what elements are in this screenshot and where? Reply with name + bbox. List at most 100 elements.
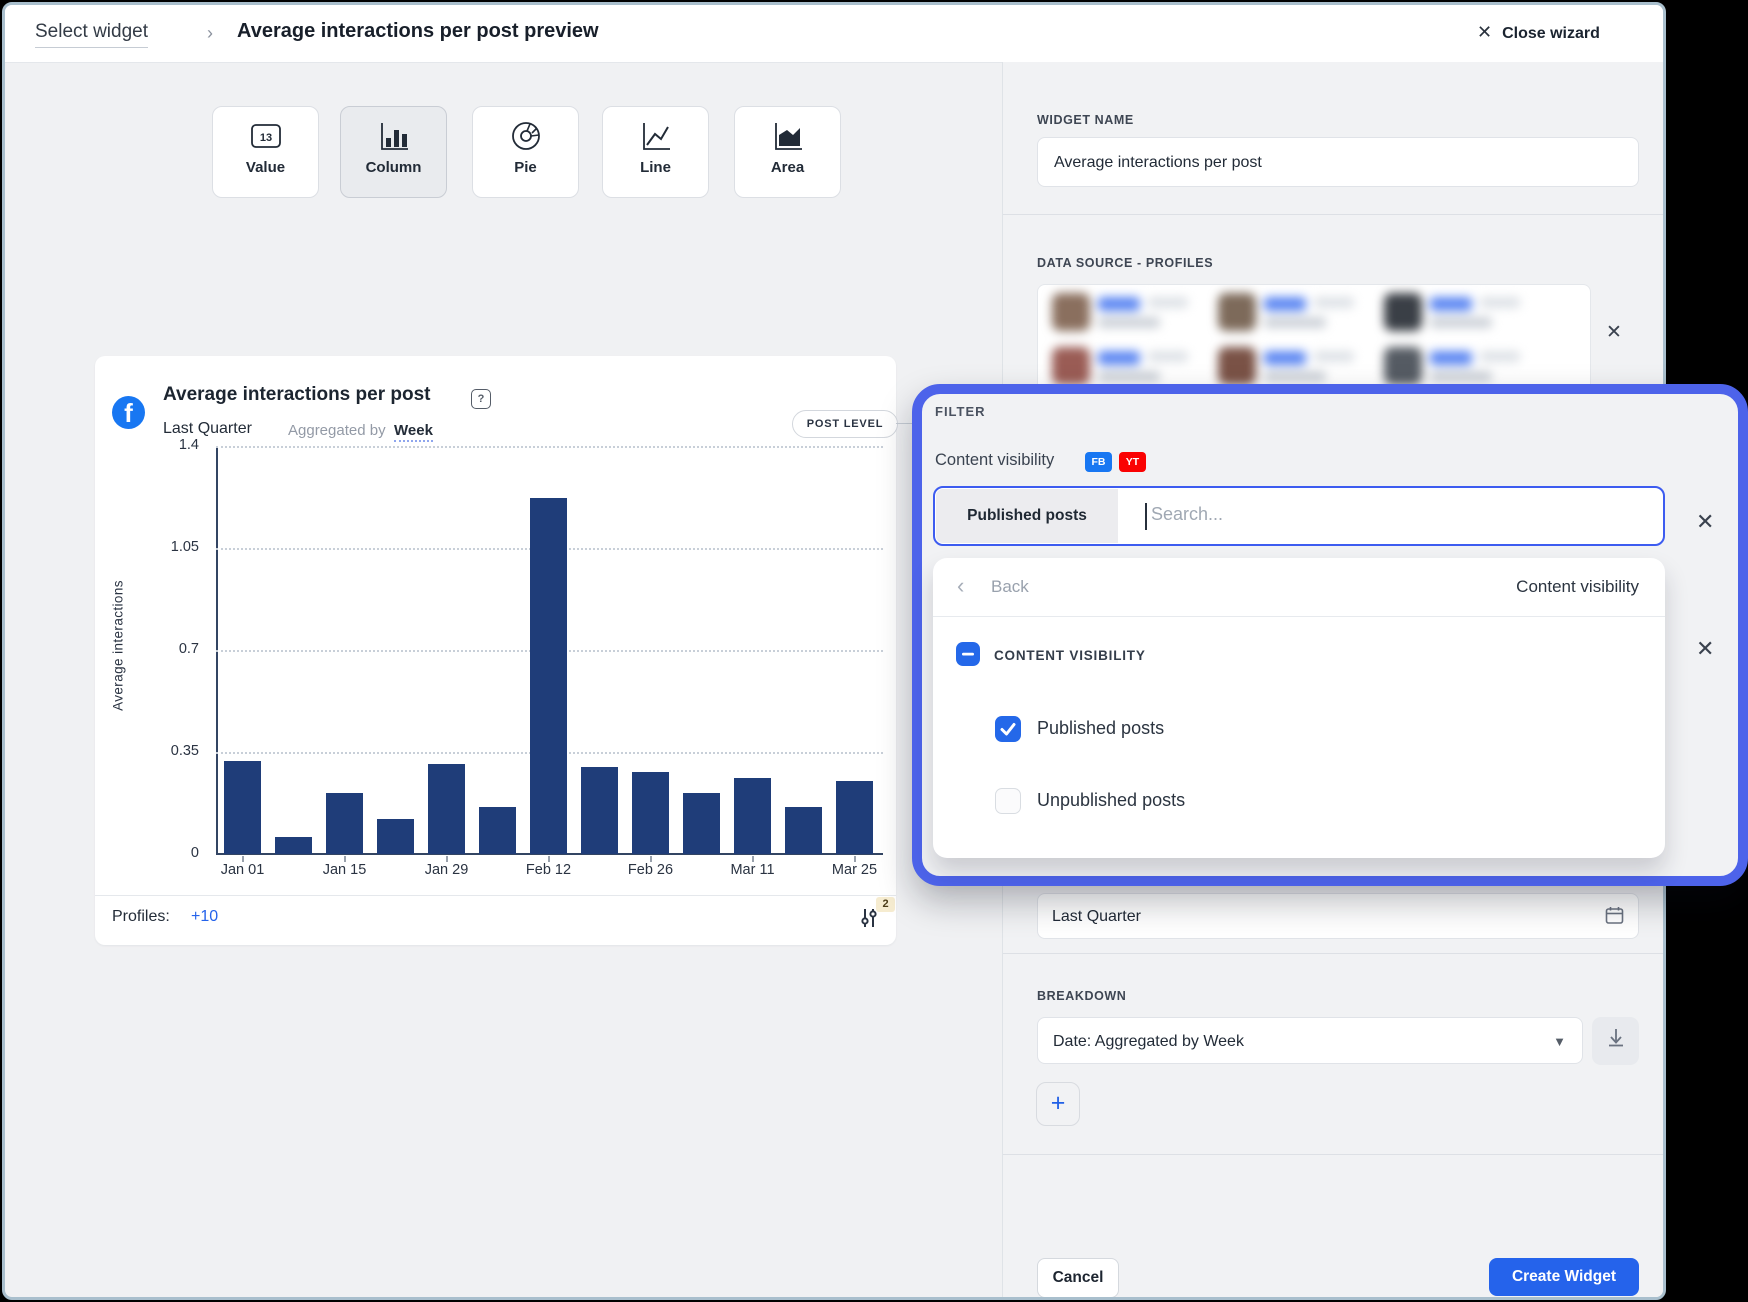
youtube-badge: YT (1119, 452, 1146, 472)
column-widget-icon (341, 120, 446, 156)
bar-week-10 (683, 793, 720, 854)
group-label: CONTENT VISIBILITY (994, 648, 1146, 663)
widget-name-input[interactable]: Average interactions per post (1037, 137, 1639, 187)
profile-chip (1218, 293, 1368, 337)
breakdown-select[interactable]: Date: Aggregated by Week ▼ (1037, 1017, 1583, 1064)
chevron-left-icon: ‹ (957, 573, 964, 599)
create-widget-button[interactable]: Create Widget (1489, 1258, 1639, 1296)
bar-week-7 (530, 498, 567, 854)
bar-week-13 (836, 781, 873, 854)
sort-order-button[interactable] (1592, 1017, 1639, 1065)
calendar-icon (1605, 906, 1624, 929)
filter-highlight-overlay: FILTER Content visibility FB YT Published… (912, 384, 1748, 886)
bar-week-3 (326, 793, 363, 854)
breadcrumb-select-widget[interactable]: Select widget (35, 21, 148, 48)
option-label-published-posts[interactable]: Published posts (1037, 718, 1164, 739)
close-wizard-label: Close wizard (1502, 25, 1600, 42)
bar-week-6 (479, 807, 516, 854)
chart-aggregation-value[interactable]: Week (394, 422, 433, 442)
breakdown-value: Date: Aggregated by Week (1053, 1033, 1244, 1050)
option-label-unpublished-posts[interactable]: Unpublished posts (1037, 790, 1185, 811)
y-tick-label: 0 (151, 845, 199, 861)
clear-filter-row2-icon[interactable]: ✕ (1696, 638, 1714, 660)
x-tick-label: Feb 26 (616, 862, 686, 878)
wizard-header: Select widget › Average interactions per… (5, 5, 1663, 63)
profiles-more-link[interactable]: +10 (191, 908, 218, 926)
widget-type-pie-button[interactable]: Pie (472, 106, 579, 198)
page-title: Average interactions per post preview (237, 20, 599, 43)
metric-count-badge: 2 (876, 897, 895, 912)
x-tick-label: Mar 11 (718, 862, 788, 878)
date-range-input[interactable]: Last Quarter (1037, 893, 1639, 939)
y-tick-label: 0.35 (151, 743, 199, 759)
checkbox-published-posts[interactable] (995, 716, 1021, 742)
content-visibility-label: Content visibility (935, 451, 1054, 470)
widget-type-label: Area (735, 159, 840, 176)
widget-type-column-button[interactable]: Column (340, 106, 447, 198)
line-widget-icon (603, 120, 708, 156)
profile-chip (1052, 293, 1202, 337)
filter-search-combobox[interactable]: Published posts Search... (933, 486, 1665, 546)
chart-title: Average interactions per post (163, 384, 430, 406)
y-axis-title: Average interactions (111, 561, 126, 731)
selected-filter-tag[interactable]: Published posts (936, 489, 1118, 543)
value-widget-icon: 13 (213, 120, 318, 156)
add-breakdown-button[interactable]: + (1036, 1082, 1080, 1126)
profile-chip (1384, 293, 1534, 337)
widget-type-line-button[interactable]: Line (602, 106, 709, 198)
group-checkbox-indeterminate[interactable] (956, 642, 980, 666)
remove-data-source-icon[interactable]: ✕ (1606, 323, 1622, 342)
x-tick-label: Jan 01 (208, 862, 278, 878)
filter-dropdown-panel: ‹ Back Content visibility CONTENT VISIBI… (933, 558, 1665, 858)
search-input[interactable]: Search... (1151, 504, 1223, 525)
chevron-down-icon: ▼ (1553, 1018, 1566, 1065)
y-tick-label: 1.4 (151, 437, 199, 453)
widget-name-label: WIDGET NAME (1037, 113, 1134, 127)
widget-type-label: Column (341, 159, 446, 176)
bar-week-4 (377, 819, 414, 854)
area-widget-icon (735, 120, 840, 156)
chart-period: Last Quarter (163, 420, 252, 438)
filter-section-label: FILTER (935, 404, 986, 419)
date-range-value: Last Quarter (1052, 908, 1141, 925)
y-tick-label: 0.7 (151, 641, 199, 657)
card-footer-divider (95, 895, 896, 896)
dropdown-title: Content visibility (1516, 577, 1639, 597)
bar-week-5 (428, 764, 465, 854)
facebook-badge: FB (1085, 452, 1112, 472)
svg-text:13: 13 (259, 132, 271, 144)
widget-type-value-button[interactable]: 13 Value (212, 106, 319, 198)
dropdown-divider (933, 616, 1665, 617)
chart-preview-card: f Average interactions per post ? Last Q… (95, 356, 896, 945)
close-wizard-button[interactable]: ✕ Close wizard (1477, 22, 1600, 43)
bar-week-2 (275, 837, 312, 854)
checkbox-unpublished-posts[interactable] (995, 788, 1021, 814)
bar-week-8 (581, 767, 618, 854)
bar-week-1 (224, 761, 261, 854)
widget-type-label: Line (603, 159, 708, 176)
widget-type-area-button[interactable]: Area (734, 106, 841, 198)
y-tick-label: 1.05 (151, 539, 199, 555)
back-button[interactable]: Back (991, 577, 1029, 597)
section-divider (1003, 1154, 1664, 1155)
text-cursor (1145, 503, 1147, 530)
bar-week-9 (632, 772, 669, 854)
x-tick-label: Feb 12 (514, 862, 584, 878)
clear-filter-icon[interactable]: ✕ (1696, 511, 1714, 533)
close-icon: ✕ (1477, 22, 1492, 42)
widget-type-label: Value (213, 159, 318, 176)
cancel-button[interactable]: Cancel (1037, 1258, 1119, 1298)
chart-aggregation-prefix: Aggregated by (288, 422, 386, 439)
bar-week-12 (785, 807, 822, 854)
x-tick-label: Jan 29 (412, 862, 482, 878)
data-source-label: DATA SOURCE - PROFILES (1037, 256, 1213, 270)
x-tick-label: Mar 25 (820, 862, 890, 878)
breakdown-label: BREAKDOWN (1037, 989, 1126, 1003)
x-tick-label: Jan 15 (310, 862, 380, 878)
help-icon[interactable]: ? (471, 389, 491, 409)
post-level-badge: POST LEVEL (792, 410, 898, 438)
section-divider (1003, 214, 1664, 215)
section-divider (1003, 953, 1664, 954)
pie-widget-icon (473, 120, 578, 156)
profiles-label: Profiles: (112, 908, 170, 926)
